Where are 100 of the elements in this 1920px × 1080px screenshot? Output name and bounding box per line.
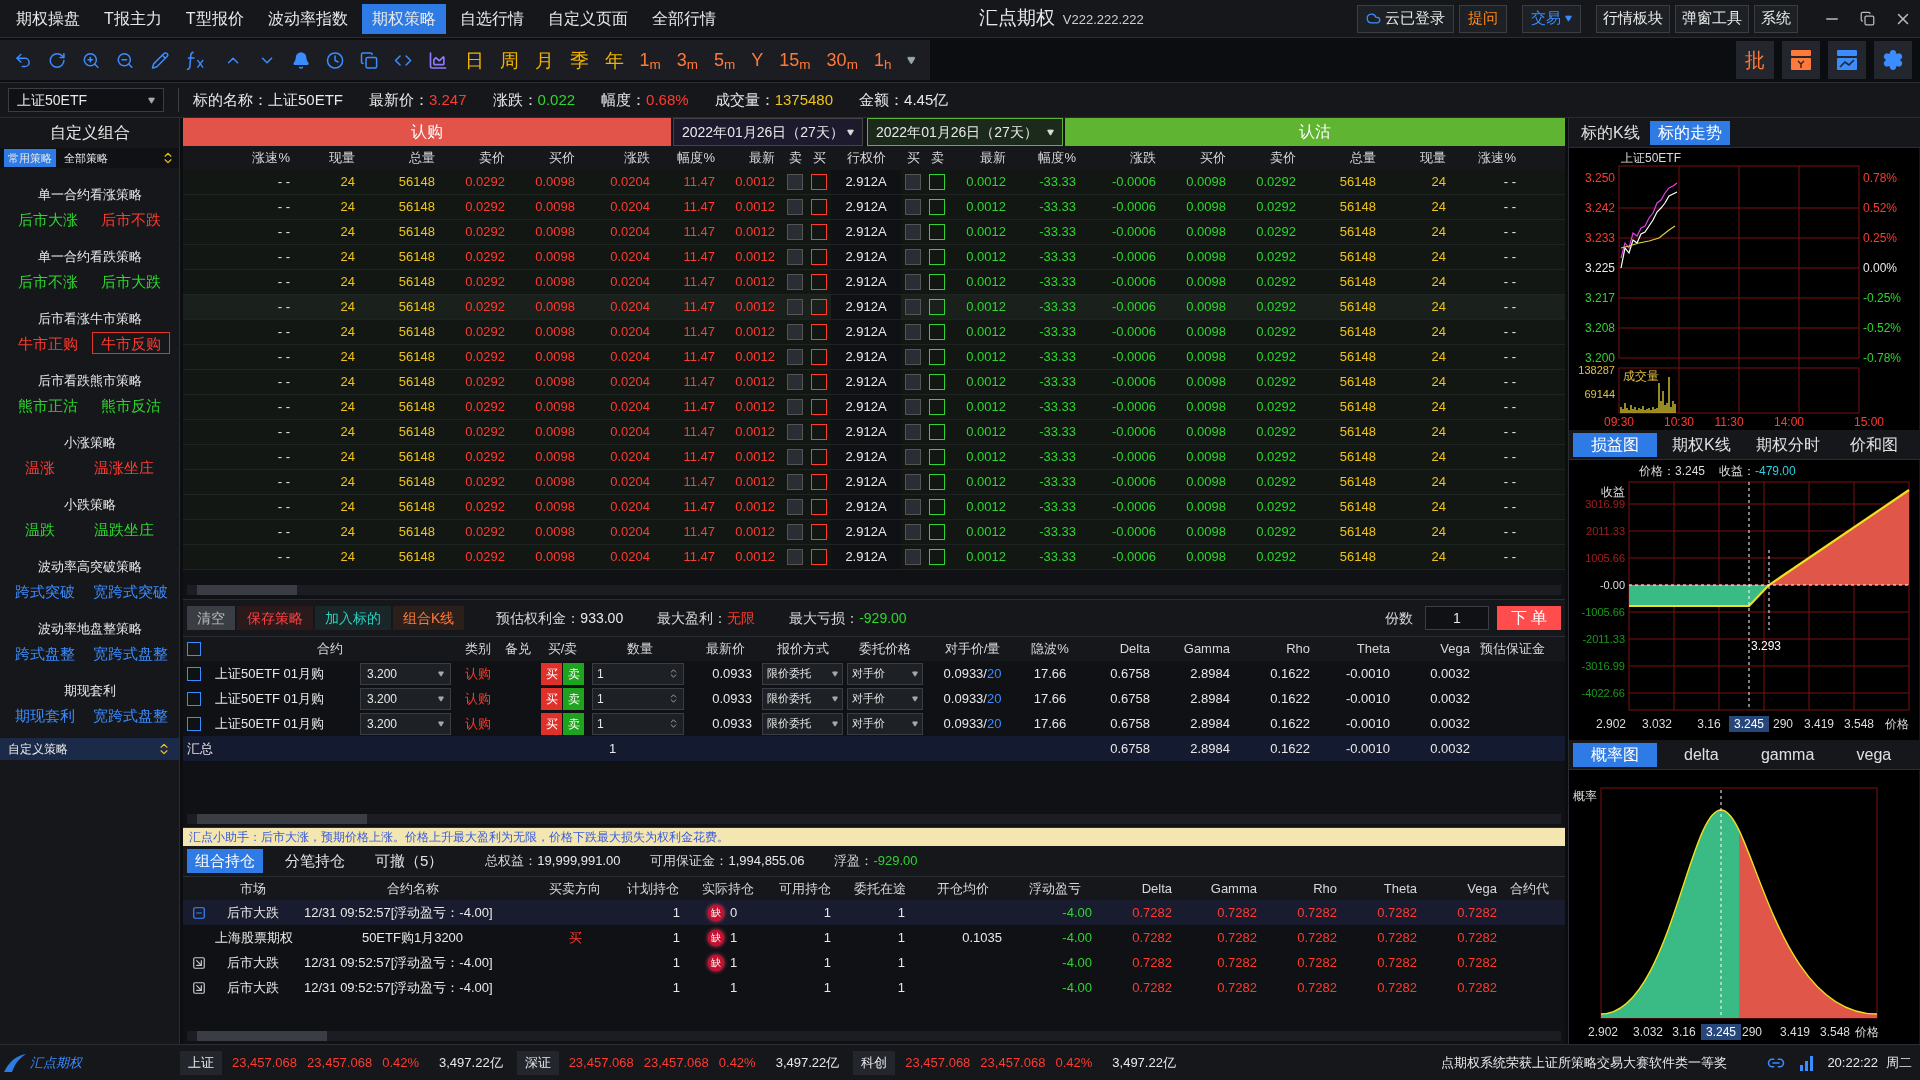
lots-field[interactable]: 1	[1425, 606, 1489, 630]
buy-checkbox[interactable]	[811, 524, 827, 540]
pencil-icon[interactable]	[150, 50, 169, 70]
copy-icon[interactable]	[360, 50, 379, 70]
call-date-select[interactable]: 2022年01月26日（27天）	[673, 118, 863, 146]
zoom-in-icon[interactable]	[82, 50, 101, 70]
sell-checkbox[interactable]	[787, 324, 803, 340]
period-button[interactable]: 月	[534, 50, 554, 70]
sell-checkbox[interactable]	[929, 324, 945, 340]
sell-checkbox[interactable]	[787, 449, 803, 465]
buy-checkbox[interactable]	[905, 424, 921, 440]
row-checkbox[interactable]	[187, 691, 201, 706]
sell-checkbox[interactable]	[929, 449, 945, 465]
chart-tab[interactable]: gamma	[1745, 742, 1830, 767]
strategy-item[interactable]: 熊市反沽	[92, 394, 171, 416]
chart-tab[interactable]: delta	[1659, 742, 1744, 767]
position-row[interactable]: 后市大跌 12/31 09:52:57[浮动盈亏：-4.00] 1 缺 0 1 1 -4.00 0.7282 0.7282 0.7282 0.7282 0.7282	[183, 900, 1565, 925]
horizontal-scrollbar[interactable]	[187, 585, 1561, 595]
sell-checkbox[interactable]	[787, 174, 803, 190]
buy-checkbox[interactable]	[811, 249, 827, 265]
symbol-select[interactable]: 上证50ETF	[8, 88, 164, 112]
menu-tab[interactable]: T报主力	[94, 3, 172, 34]
sell-checkbox[interactable]	[929, 299, 945, 315]
buy-checkbox[interactable]	[811, 374, 827, 390]
sell-checkbox[interactable]	[929, 199, 945, 215]
horizontal-scrollbar[interactable]	[187, 814, 1561, 824]
strategy-item[interactable]: 宽跨式盘整	[84, 704, 177, 726]
sell-checkbox[interactable]	[929, 399, 945, 415]
tab[interactable]: 分笔持仓	[277, 849, 353, 873]
position-row[interactable]: 上海股票期权 50ETF购1月3200 买 1 缺 1 1 1 0.1035 -4.00 0.7282 0.7282 0.7282 0.7282 0.7282	[183, 925, 1565, 950]
buy-checkbox[interactable]	[905, 224, 921, 240]
buy-checkbox[interactable]	[811, 449, 827, 465]
buy-checkbox[interactable]	[905, 199, 921, 215]
period-button[interactable]: Y	[751, 51, 764, 69]
chart-tab[interactable]: 损益图	[1573, 432, 1658, 457]
strike-select[interactable]: 3.200	[360, 687, 451, 710]
menu-button[interactable]: 系统	[1754, 4, 1798, 33]
buy-checkbox[interactable]	[811, 474, 827, 490]
buy-checkbox[interactable]	[905, 399, 921, 415]
settings-icon[interactable]	[1882, 49, 1904, 71]
buy-checkbox[interactable]	[905, 449, 921, 465]
period-button[interactable]: 30$_{m}$	[826, 51, 858, 69]
sell-checkbox[interactable]	[787, 299, 803, 315]
menu-tab[interactable]: T型报价	[175, 3, 254, 34]
sell-checkbox[interactable]	[929, 549, 945, 565]
quantity-stepper[interactable]: 1	[592, 662, 684, 685]
sell-checkbox[interactable]	[929, 349, 945, 365]
period-button[interactable]: 1$_{h}$	[873, 51, 892, 69]
period-button[interactable]: 5$_{m}$	[714, 51, 736, 69]
index-name[interactable]: 科创	[853, 1050, 896, 1075]
clock-icon[interactable]	[326, 50, 345, 70]
strategy-item[interactable]: 温涨	[16, 456, 65, 478]
menu-tab[interactable]: 期权策略	[361, 3, 446, 34]
chart-tab[interactable]: vega	[1831, 742, 1916, 767]
strategy-item[interactable]: 后市不涨	[8, 270, 87, 292]
position-row[interactable]: 后市大跌 12/31 09:52:57[浮动盈亏：-4.00] 1 1 1 1 -4.00 0.7282 0.7282 0.7282 0.7282 0.7282	[183, 975, 1565, 1000]
index-name[interactable]: 上证	[180, 1050, 222, 1075]
buy-checkbox[interactable]	[905, 349, 921, 365]
buy-checkbox[interactable]	[811, 399, 827, 415]
sell-checkbox[interactable]	[787, 224, 803, 240]
strategy-tab[interactable]: 全部策略	[60, 149, 112, 167]
chart-tab[interactable]: 期权K线	[1659, 432, 1744, 457]
sell-checkbox[interactable]	[787, 474, 803, 490]
buy-button[interactable]: 买	[541, 662, 562, 685]
buy-checkbox[interactable]	[811, 499, 827, 515]
money-tray-icon[interactable]	[1782, 41, 1820, 79]
period-button[interactable]: 季	[569, 50, 589, 70]
price-type-select[interactable]: 对手价	[847, 662, 923, 685]
strategy-tab[interactable]: 常用策略	[4, 149, 56, 167]
buy-checkbox[interactable]	[905, 474, 921, 490]
menu-tab[interactable]: 自定义页面	[537, 3, 638, 34]
sell-checkbox[interactable]	[929, 474, 945, 490]
menu-tab[interactable]: 全部行情	[641, 3, 726, 34]
period-button[interactable]: 15$_{m}$	[779, 51, 811, 69]
buy-checkbox[interactable]	[905, 299, 921, 315]
tab[interactable]: 组合持仓	[187, 849, 263, 873]
sell-checkbox[interactable]	[929, 224, 945, 240]
bell-icon[interactable]	[291, 50, 311, 70]
sell-checkbox[interactable]	[929, 499, 945, 515]
strategy-item[interactable]: 温跌	[16, 518, 65, 540]
put-date-select[interactable]: 2022年01月26日（27天）	[867, 118, 1063, 146]
sell-checkbox[interactable]	[787, 249, 803, 265]
strategy-action-button[interactable]: 清空	[187, 606, 235, 630]
buy-checkbox[interactable]	[905, 174, 921, 190]
strategy-item[interactable]: 期现套利	[6, 704, 84, 726]
strategy-item[interactable]: 后市大跌	[92, 270, 171, 292]
chart-tab[interactable]: 标的K线	[1573, 120, 1648, 145]
sell-checkbox[interactable]	[787, 499, 803, 515]
order-type-select[interactable]: 限价委托	[762, 687, 843, 710]
sell-checkbox[interactable]	[929, 524, 945, 540]
sell-checkbox[interactable]	[929, 249, 945, 265]
chart-tab[interactable]: 标的走势	[1649, 120, 1730, 145]
order-type-select[interactable]: 限价委托	[762, 662, 843, 685]
sell-checkbox[interactable]	[787, 524, 803, 540]
strike-select[interactable]: 3.200	[360, 712, 451, 735]
menu-button[interactable]: 行情板块	[1596, 4, 1670, 33]
chart-tab[interactable]: 价和图	[1831, 432, 1916, 457]
position-row[interactable]: 后市大跌 12/31 09:52:57[浮动盈亏：-4.00] 1 缺 1 1 1 -4.00 0.7282 0.7282 0.7282 0.7282 0.7282	[183, 950, 1565, 975]
batch-button[interactable]: 批	[1736, 41, 1774, 79]
buy-checkbox[interactable]	[811, 349, 827, 365]
